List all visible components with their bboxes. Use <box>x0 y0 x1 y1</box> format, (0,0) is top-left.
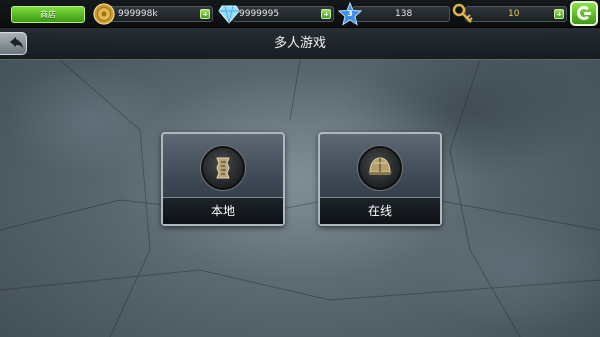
stars-display: 138 <box>352 6 450 22</box>
mode-label-online: 在线 <box>320 197 440 224</box>
level-value: 3 <box>347 9 353 18</box>
coins-value: 999998k <box>118 9 158 19</box>
page-title: 多人游戏 <box>273 36 326 51</box>
mode-label-local: 本地 <box>163 197 283 224</box>
local-map-icon <box>201 146 245 190</box>
gameloft-button[interactable] <box>570 1 598 26</box>
top-resource-bar: 商店 999998k 9999995 138 3 10 <box>0 0 600 28</box>
add-keys-button[interactable] <box>554 9 564 19</box>
add-diamonds-button[interactable] <box>321 9 331 19</box>
key-icon <box>452 3 473 23</box>
diamond-icon <box>218 5 240 24</box>
coins-display: 999998k <box>103 6 213 22</box>
stars-value: 138 <box>395 9 413 19</box>
coin-icon <box>93 3 115 25</box>
diamonds-value: 9999995 <box>239 9 280 19</box>
online-helmet-icon <box>358 146 402 190</box>
diamonds-display: 9999995 <box>232 6 334 22</box>
mode-card-local[interactable]: 本地 <box>161 132 285 226</box>
shop-button[interactable]: 商店 <box>11 6 85 23</box>
keys-display: 10 <box>465 6 567 22</box>
title-bar: 多人游戏 <box>0 28 600 60</box>
add-coins-button[interactable] <box>200 9 210 19</box>
mode-card-online[interactable]: 在线 <box>318 132 442 226</box>
keys-value: 10 <box>508 9 520 19</box>
